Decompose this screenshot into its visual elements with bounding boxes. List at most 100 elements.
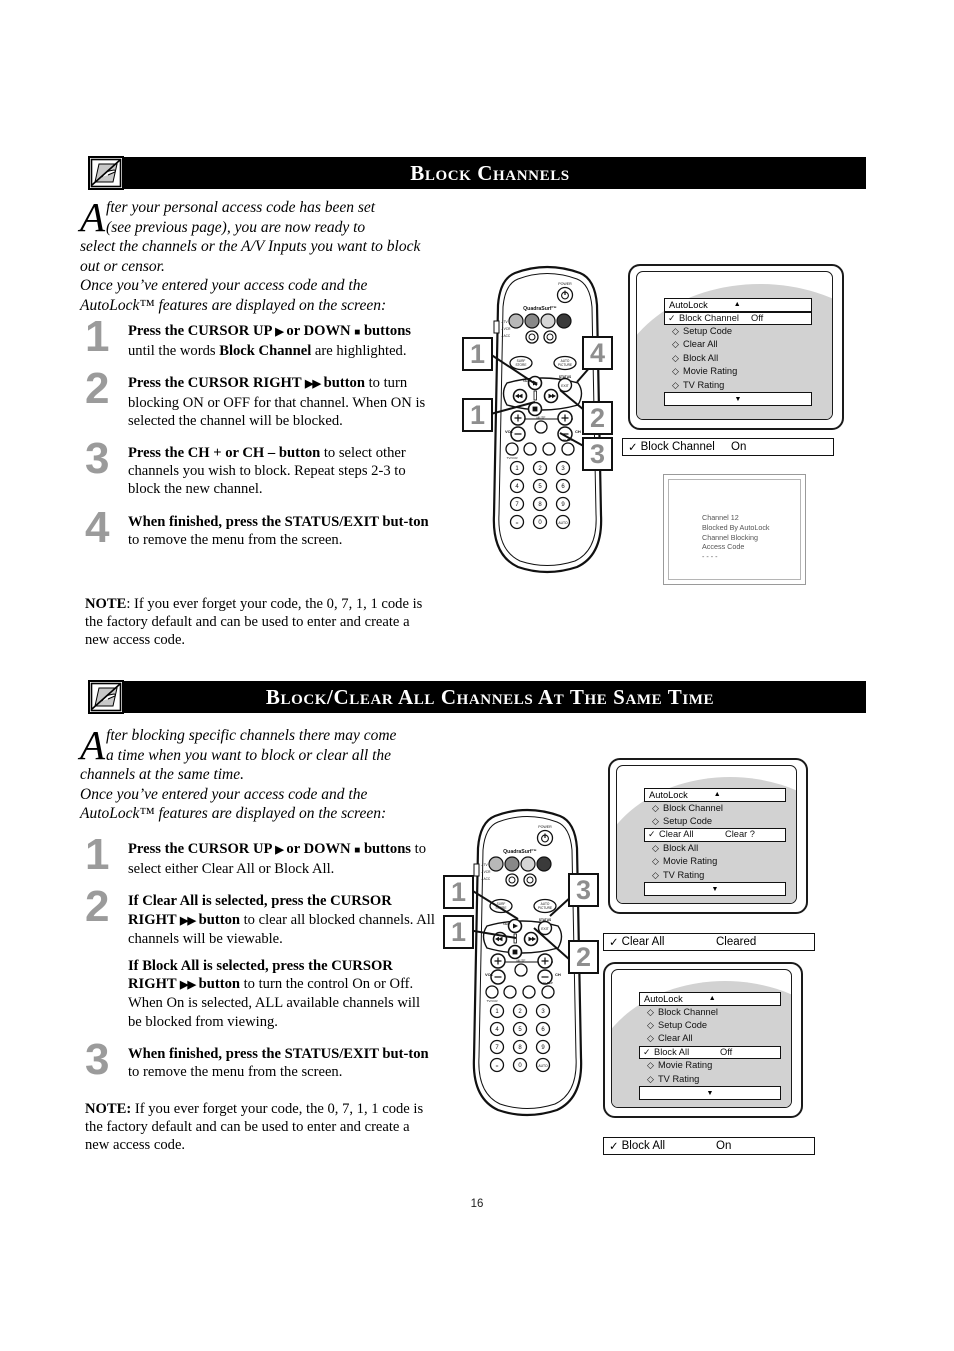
svg-text:POWER: POWER [558,282,572,286]
step-text-run: button [194,911,240,928]
step-text-run: or DOWN [282,323,355,339]
osd-menu-item[interactable]: ◇ Block Channel [644,802,786,815]
step-item: 2 If Clear All is selected, press the CUR… [85,885,435,1030]
osd-menu-item[interactable]: ◇ Movie Rating [644,855,786,868]
note-label: NOTE [85,596,127,612]
intro2-line1: fter blocking specific channels there ma… [106,727,397,744]
info-line: - - - - [702,552,718,562]
osd-item-label: Clear All [658,1033,693,1044]
step-number: 4 [85,502,110,552]
osd-menu-item[interactable]: ◇ Setup Code [644,815,786,828]
status-bar-block-all: ✓ Block All On [603,1137,815,1155]
step-text-run: When finished, press the STATUS/EXIT but… [128,1045,429,1062]
osd-title-row: AutoLock ▲ [639,992,781,1006]
blocked-hand-screen-icon [88,156,124,190]
tv-screen-block-all-menu: AutoLock ▲ ◇ Block Channel ◇ Setup Code ◇ Clear… [603,962,803,1118]
section-header-bar-2: Block/Clear All Channels At The Same Tim… [88,681,866,713]
osd-menu-item[interactable]: ✓ Block All Off [639,1045,781,1060]
osd-item-value: Off [751,312,764,323]
step-text-run: Press the CURSOR UP [128,841,276,857]
diamond-bullet-icon: ◇ [647,1033,654,1044]
osd-menu-item[interactable]: ◇ Setup Code [639,1019,781,1032]
osd-item-label: Movie Rating [683,366,738,377]
osd-item-label: Block Channel [663,802,723,813]
blocked-hand-screen-icon-2 [88,680,124,714]
osd-title-label: AutoLock [644,993,683,1004]
section2-intro: A fter blocking specific channels there … [80,722,430,824]
section-title-2: Block/Clear All Channels At The Same Tim… [265,684,715,709]
osd-menu-item[interactable]: ✓ Clear All Clear ? [644,828,786,842]
checkmark-icon: ✓ [668,312,676,323]
note2-text: If you ever forget your code, the 0, 7, … [85,1101,424,1154]
step-item: 4 When finished, press the STATUS/EXIT bu… [85,505,430,549]
status-label: Block All [621,1140,666,1152]
diamond-bullet-icon: ◇ [672,325,679,336]
scroll-down-arrow-icon[interactable]: ▼ [639,1085,781,1100]
scroll-up-arrow-icon[interactable]: ▲ [734,301,741,308]
osd-title-label: AutoLock [649,789,688,800]
tv-screen-clear-all-menu: AutoLock ▲ ◇ Block Channel ◇ Setup Code ✓ Clear… [608,758,808,914]
step-number: 3 [85,434,110,484]
osd-item-label: Block Channel [679,312,739,323]
callout-number-1: 1 [462,337,493,371]
osd-item-label: TV Rating [658,1073,700,1084]
page-number: 16 [470,1198,484,1210]
diamond-bullet-icon: ◇ [652,802,659,813]
osd-item-value: Clear ? [725,829,755,840]
step-number: 2 [85,882,110,932]
scroll-down-arrow-icon[interactable]: ▼ [644,881,786,896]
step-number: 2 [85,364,110,414]
osd-menu-item[interactable]: ◇ Block Channel [639,1006,781,1019]
step-text-run: to remove the menu from the screen. [128,531,343,548]
manual-page: Block Channels A fter your personal acce… [0,0,954,1351]
osd-menu-item[interactable]: ◇ Setup Code [664,325,812,338]
osd-menu-item[interactable]: ✓ Block Channel Off [664,311,812,325]
diamond-bullet-icon: ◇ [652,815,659,826]
scroll-up-arrow-icon[interactable]: ▲ [714,791,721,798]
intro-rest2: Once you’ve entered your access code and… [80,277,387,314]
status-value: On [716,1140,732,1152]
osd-item-label: Movie Rating [663,856,718,867]
step-text-run: buttons [360,323,411,339]
diamond-bullet-icon: ◇ [672,339,679,350]
note-text: : If you ever forget your code, the 0, 7… [85,596,423,649]
section-title: Block Channels [410,160,570,185]
section-header-block-channels: Block Channels [88,156,866,190]
osd-menu-item[interactable]: ◇ Movie Rating [664,365,812,378]
section2-note: NOTE: If you ever forget your code, the … [85,1100,433,1155]
osd-item-label: Movie Rating [658,1060,713,1071]
section1-steps: 1 Press the CURSOR UP ▶ or DOWN ■ buttons… [85,315,430,563]
osd-menu-item[interactable]: ◇ Movie Rating [639,1059,781,1072]
osd-menu-item[interactable]: ◇ Clear All [639,1032,781,1045]
intro2-rest: channels at the same time. [80,766,245,783]
step-item: 1 Press the CURSOR UP ▶ or DOWN ■ buttons… [85,833,435,878]
step-number: 1 [85,830,110,879]
scroll-up-arrow-icon[interactable]: ▲ [709,995,716,1002]
diamond-bullet-icon: ◇ [672,352,679,363]
diamond-bullet-icon: ◇ [647,1073,654,1084]
osd-menu-item[interactable]: ◇ TV Rating [639,1073,781,1086]
checkmark-icon: ✓ [648,829,656,840]
section1-intro: A fter your personal access code has bee… [80,197,425,315]
callout-number-4: 4 [582,336,613,370]
osd-menu-item[interactable]: ◇ Block All [644,842,786,855]
step-text-run: When finished, press the STATUS/EXIT but… [128,513,429,530]
scroll-down-arrow-icon[interactable]: ▼ [664,391,812,406]
step-text-run: ▶ [275,844,284,856]
osd-title-label: AutoLock [669,299,708,310]
osd-menu-item[interactable]: ◇ TV Rating [664,379,812,392]
diamond-bullet-icon: ◇ [672,366,679,377]
osd-item-label: Block All [654,1046,690,1057]
osd-item-label: TV Rating [663,869,705,880]
callout-number-3: 3 [582,437,613,471]
step-text: Press the CURSOR RIGHT ▶▶ button to turn… [128,374,430,430]
note2-label: NOTE: [85,1101,132,1117]
osd-menu-item[interactable]: ◇ Clear All [664,338,812,351]
callout2-number-1: 1 [443,875,474,909]
osd-menu-item[interactable]: ◇ Block All [664,352,812,365]
section-header-bar: Block Channels [88,157,866,189]
intro2-dropcap: A [80,722,106,768]
diamond-bullet-icon: ◇ [647,1060,654,1071]
step-text-run: are highlighted. [311,343,407,360]
osd-menu-item[interactable]: ◇ TV Rating [644,869,786,882]
